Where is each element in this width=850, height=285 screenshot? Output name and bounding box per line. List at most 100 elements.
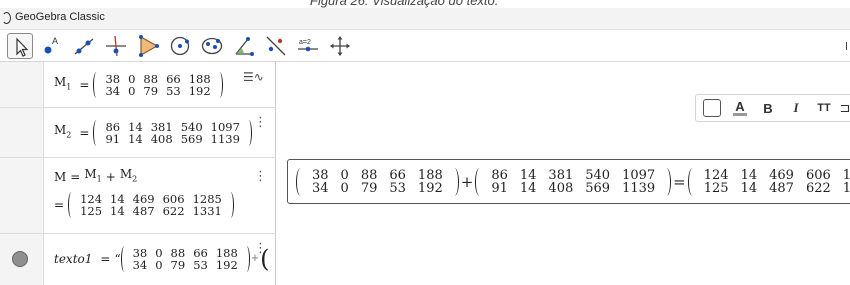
matrix-row: 124 14 469 606 1285 — [698, 169, 850, 182]
matrix-cell: 34 — [312, 180, 329, 196]
left-paren — [120, 246, 128, 272]
matrix-cell: 192 — [188, 84, 211, 98]
background-color-button[interactable] — [700, 97, 724, 119]
move-graphics-view-button[interactable] — [327, 33, 353, 59]
equals-sign: = — [70, 169, 81, 184]
m2-expression: M2 = 86 14 381 540 1097 91 14 408 569 1139 — [54, 120, 252, 146]
perpendicular-line-tool-icon — [106, 35, 126, 57]
circle-tool-icon — [170, 36, 190, 56]
matrix-cell: 606 — [805, 167, 831, 183]
left-paren — [475, 167, 484, 196]
polygon-tool-button[interactable] — [135, 33, 161, 59]
pin-icon[interactable]: ⊐ — [840, 97, 850, 119]
more-options-icon[interactable]: ⋮ — [254, 116, 267, 129]
reflect-tool-button[interactable] — [263, 33, 289, 59]
slider-tool-button[interactable]: a=2 — [295, 33, 321, 59]
italic-button[interactable]: I — [784, 97, 808, 119]
matrix-cell: 487 — [132, 204, 155, 218]
right-paren — [662, 167, 672, 196]
color-swatch — [703, 99, 721, 117]
matrix-row: 125 14 487 622 1331 — [698, 182, 850, 195]
ellipse-tool-icon — [201, 37, 223, 55]
texto1-graphics-text[interactable]: 38 0 88 66 188 34 0 79 53 192 + 86 14 381 540 1097 91 1… — [287, 159, 850, 204]
circle-tool-button[interactable] — [167, 33, 193, 59]
plus-sign: + — [460, 172, 474, 191]
line-tool-icon — [74, 38, 94, 55]
m-definition-b: M2 — [119, 167, 138, 184]
more-options-icon[interactable]: ⋮ — [254, 170, 267, 183]
left-paren — [296, 167, 305, 196]
matrix-cell: 569 — [180, 132, 203, 146]
matrix-cell: 53 — [193, 258, 208, 272]
equals-sign: = — [100, 252, 111, 266]
move-tool-icon — [16, 37, 29, 57]
matrix-grid: 38 0 88 66 188 34 0 79 53 192 — [101, 73, 214, 97]
matrix-cell: 622 — [805, 180, 831, 196]
move-tool-button[interactable] — [7, 33, 33, 59]
bold-button[interactable]: B — [756, 97, 780, 119]
angle-tool-icon — [235, 37, 254, 56]
right-paren — [245, 120, 252, 146]
matrix-cell: 38 — [312, 167, 329, 183]
matrix-cell: 66 — [389, 167, 406, 183]
matrix-cell: 1139 — [210, 132, 240, 146]
matrix-cell: 124 — [703, 167, 729, 183]
texto1-label: texto1 — [54, 252, 93, 266]
matrix-cell: 0 — [340, 167, 349, 183]
m-matrix: 124 14 469 606 1285 125 14 487 622 1331 — [68, 192, 234, 218]
matrix-cell: 540 — [585, 167, 611, 183]
matrix-row: 91 14 408 569 1139 — [101, 133, 243, 145]
m-value: = 124 14 469 606 1285 125 14 487 622 1331 — [54, 192, 234, 218]
reflect-tool-icon — [266, 36, 286, 56]
matrix-cell: 192 — [215, 258, 238, 272]
matrix-cell: 79 — [360, 180, 378, 196]
matrix-cell: 188 — [417, 167, 443, 183]
matrix-grid: 86 14 381 540 1097 91 14 408 569 1139 — [101, 121, 243, 145]
algebra-row-m[interactable]: M = M1 + M2 = 124 14 469 606 1285 125 14 487 622… — [0, 158, 276, 234]
matrix-cell: 34 — [132, 258, 148, 272]
text-size-button[interactable]: TT — [812, 97, 836, 119]
algebra-row-texto1[interactable]: texto1 = “ 38 0 88 66 188 34 0 79 53 192 + ( ⋮ — [0, 234, 276, 285]
right-paren — [450, 167, 459, 196]
m1-expression: M1 = 38 0 88 66 188 34 0 79 53 192 — [54, 72, 223, 98]
ellipse-tool-button[interactable] — [199, 33, 225, 59]
angle-tool-button[interactable] — [231, 33, 257, 59]
matrix-cell: 381 — [548, 167, 574, 183]
tool-bar: A a=2 — [0, 30, 850, 62]
toolbar-overflow-edge — [846, 42, 850, 50]
m1-label: M1 — [54, 75, 72, 92]
matrix-cell: 88 — [360, 167, 378, 183]
matrix-row: 91 14 408 569 1139 — [485, 182, 661, 195]
algebra-row-m2[interactable]: M2 = 86 14 381 540 1097 91 14 408 569 1139 ⋮ — [0, 108, 276, 158]
matrix-row: 34 0 79 53 192 — [306, 182, 449, 195]
point-tool-letter: A — [52, 36, 58, 46]
text-color-button[interactable]: A — [728, 97, 752, 119]
visibility-toggle-icon[interactable] — [12, 251, 28, 267]
equals-sign: = — [673, 172, 686, 191]
visibility-column — [0, 62, 44, 107]
left-paren — [93, 120, 100, 146]
algebra-description-icon[interactable]: ☰∿ — [243, 70, 264, 84]
text-color-label: A — [733, 99, 747, 116]
right-paren — [216, 72, 223, 98]
matrix-cell: 0 — [128, 84, 136, 98]
equals-sign: = — [54, 198, 65, 212]
visibility-column — [0, 234, 44, 285]
matrix-row: 34 0 79 53 192 — [101, 85, 214, 97]
matrix-cell: 14 — [740, 167, 758, 183]
matrix-cell: 34 — [105, 84, 121, 98]
matrix-cell: 91 — [491, 180, 508, 196]
algebra-row-m1[interactable]: M1 = 38 0 88 66 188 34 0 79 53 192 ☰∿ — [0, 62, 276, 108]
matrix-cell: 469 — [769, 167, 794, 183]
more-options-icon[interactable]: ⋮ — [254, 242, 267, 255]
result-matrix: 124 14 469 606 1285 125 14 487 622 1331 — [687, 167, 850, 196]
texto1-matrix: 38 0 88 66 188 34 0 79 53 192 — [120, 246, 250, 272]
visibility-column — [0, 158, 44, 233]
perpendicular-line-tool-button[interactable] — [103, 33, 129, 59]
matrix-cell: 14 — [740, 180, 758, 196]
matrix-row: 86 14 381 540 1097 — [485, 169, 661, 182]
point-tool-button[interactable]: A — [39, 33, 65, 59]
matrix-grid: 86 14 381 540 1097 91 14 408 569 1139 — [485, 169, 661, 195]
line-tool-button[interactable] — [71, 33, 97, 59]
matrix-row: 34 0 79 53 192 — [129, 259, 242, 271]
